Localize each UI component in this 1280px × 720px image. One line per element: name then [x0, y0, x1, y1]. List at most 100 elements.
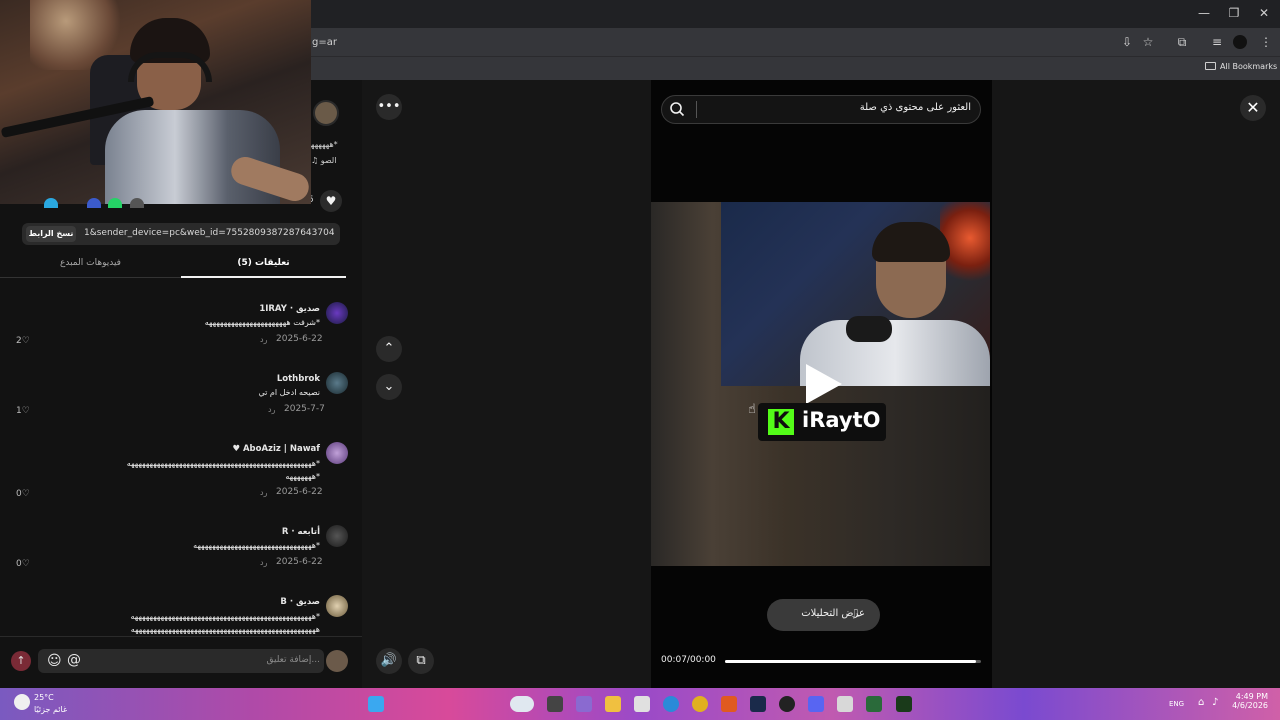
volume-tray-icon[interactable]: ♪ — [1212, 697, 1218, 708]
chrome-icon[interactable] — [692, 696, 708, 712]
right-background — [992, 80, 1280, 688]
webcam-overlay — [0, 0, 311, 204]
post-music[interactable]: ♫ الصو — [311, 156, 336, 165]
comment-author[interactable]: 1IRAY · صديق — [150, 304, 320, 314]
previous-video-button[interactable]: ⌃ — [376, 336, 402, 362]
comment-avatar[interactable] — [326, 372, 348, 394]
obs-icon[interactable] — [779, 696, 795, 712]
tab-creator-videos[interactable]: فيديوهات المبدع — [0, 258, 181, 268]
weather-cloud-icon[interactable] — [14, 694, 30, 710]
middle-column — [362, 80, 651, 688]
analytics-chart-icon: ⎍ — [852, 607, 860, 620]
comment-date: 2025-6-22 — [276, 557, 323, 567]
browser-menu-icon[interactable]: ⋮ — [1257, 34, 1275, 50]
reply-button[interactable]: رد — [260, 335, 267, 344]
install-app-icon[interactable]: ⇩ — [1118, 34, 1136, 50]
widget-icon[interactable] — [510, 696, 534, 712]
microphone-icon — [846, 316, 892, 342]
profile-avatar-icon[interactable] — [1233, 35, 1247, 49]
creator-avatar[interactable] — [313, 100, 339, 126]
more-options-button[interactable]: ••• — [376, 94, 402, 120]
comment-avatar[interactable] — [326, 525, 348, 547]
reply-button[interactable]: رد — [260, 488, 267, 497]
url-text[interactable]: g=ar — [312, 37, 337, 48]
comment-author[interactable]: Lothbrok — [150, 374, 320, 384]
close-window-icon[interactable]: ✕ — [1254, 6, 1274, 20]
video-progress-fill[interactable] — [725, 660, 976, 663]
post-caption: ﻫﻬﻬﻬﻬﻬ* — [311, 140, 338, 149]
tab-comments[interactable]: تعليقات (5) — [181, 258, 346, 268]
steam-icon[interactable] — [750, 696, 766, 712]
search-input[interactable]: العثور على محتوى ذي صلة — [705, 102, 971, 113]
copilot-icon[interactable] — [576, 696, 592, 712]
kick-logo-icon: K — [768, 409, 794, 435]
weather-description[interactable]: غائم جزئيًا — [34, 705, 67, 714]
next-video-button[interactable]: ⌄ — [376, 374, 402, 400]
streamer-name: iRaytO — [802, 408, 881, 432]
comment-like-count[interactable]: 0♡ — [16, 559, 30, 569]
taskbar-clock[interactable]: 4:49 PM 4/6/2026 — [1224, 692, 1268, 710]
copy-link-button[interactable]: نسخ الرابط — [26, 226, 76, 242]
clock-time: 4:49 PM — [1235, 692, 1268, 701]
folder-icon — [1205, 62, 1216, 70]
comment-text: شرفت ههههههههههههههههههههههه* — [204, 318, 320, 327]
reply-button[interactable]: رد — [260, 558, 267, 567]
comment-like-count[interactable]: 0♡ — [16, 489, 30, 499]
emoji-icon[interactable]: ☺ — [47, 653, 62, 669]
comment-avatar[interactable] — [326, 302, 348, 324]
volume-button[interactable]: 🔊 — [376, 648, 402, 674]
comment-date: 2025-7-7 — [284, 404, 325, 414]
tab-active-indicator — [181, 276, 346, 278]
share-telegram-icon[interactable] — [44, 198, 58, 208]
app-green-icon[interactable] — [896, 696, 912, 712]
clock-date: 4/6/2026 — [1232, 701, 1268, 710]
heart-outline-icon: ♡ — [21, 489, 30, 499]
pip-button[interactable]: ⧉ — [408, 648, 434, 674]
task-view-icon[interactable] — [547, 696, 563, 712]
share-more-icon[interactable] — [130, 198, 144, 208]
mention-icon[interactable]: @ — [67, 652, 81, 668]
app-icon[interactable] — [837, 696, 853, 712]
minimize-icon[interactable]: — — [1194, 6, 1214, 20]
comment-author-name: AboAziz | Nawaf — [242, 444, 320, 454]
bookmark-star-icon[interactable]: ☆ — [1139, 34, 1157, 50]
comment-text: ههههههههههههههههههههههههههههههههه* — [193, 541, 320, 550]
edge-icon[interactable] — [663, 696, 679, 712]
reply-button[interactable]: رد — [268, 405, 275, 414]
language-indicator[interactable]: ENG — [1169, 700, 1184, 708]
discord-icon[interactable] — [808, 696, 824, 712]
extensions-icon[interactable]: ⧉ — [1173, 34, 1191, 50]
terminal-icon[interactable] — [866, 696, 882, 712]
start-menu-icon[interactable] — [368, 696, 384, 712]
restore-icon[interactable]: ❐ — [1224, 6, 1244, 20]
weather-temperature[interactable]: 25°C — [34, 693, 54, 702]
play-icon[interactable] — [806, 364, 842, 404]
comment-text: نصيحه ادخل ام تي — [258, 388, 320, 397]
store-icon[interactable] — [634, 696, 650, 712]
comment-like-count[interactable]: 1♡ — [16, 406, 30, 416]
share-facebook-icon[interactable] — [87, 198, 101, 208]
app-a-icon[interactable] — [721, 696, 737, 712]
comment-author[interactable]: B · صديق — [150, 597, 320, 607]
share-whatsapp-icon[interactable] — [108, 198, 122, 208]
like-heart-icon[interactable]: ♥ — [320, 190, 342, 212]
search-divider — [696, 101, 697, 118]
comment-text: هههههههههههههههههههههههههههههههههههههههه… — [126, 459, 320, 468]
comment-date: 2025-6-22 — [276, 334, 323, 344]
comment-like-count[interactable]: 2♡ — [16, 336, 30, 346]
network-icon[interactable]: ⌂ — [1198, 697, 1204, 708]
file-explorer-icon[interactable] — [605, 696, 621, 712]
close-icon[interactable]: ✕ — [1240, 95, 1266, 121]
media-control-icon[interactable]: ≡ — [1208, 34, 1226, 50]
send-comment-button[interactable]: ↑ — [11, 651, 31, 671]
comment-author[interactable]: R · أتابعه — [150, 527, 320, 537]
comment-avatar[interactable] — [326, 442, 348, 464]
comment-input-placeholder[interactable]: إضافة تعليق... — [210, 655, 320, 665]
heart-outline-icon: ♡ — [21, 406, 30, 416]
search-icon[interactable] — [669, 101, 685, 117]
heart-badge-icon: ♥ — [232, 444, 240, 454]
all-bookmarks-link[interactable]: All Bookmarks — [1220, 62, 1277, 71]
comment-author[interactable]: ♥ AboAziz | Nawaf — [150, 444, 320, 454]
comment-avatar[interactable] — [326, 595, 348, 617]
user-avatar — [326, 650, 348, 672]
